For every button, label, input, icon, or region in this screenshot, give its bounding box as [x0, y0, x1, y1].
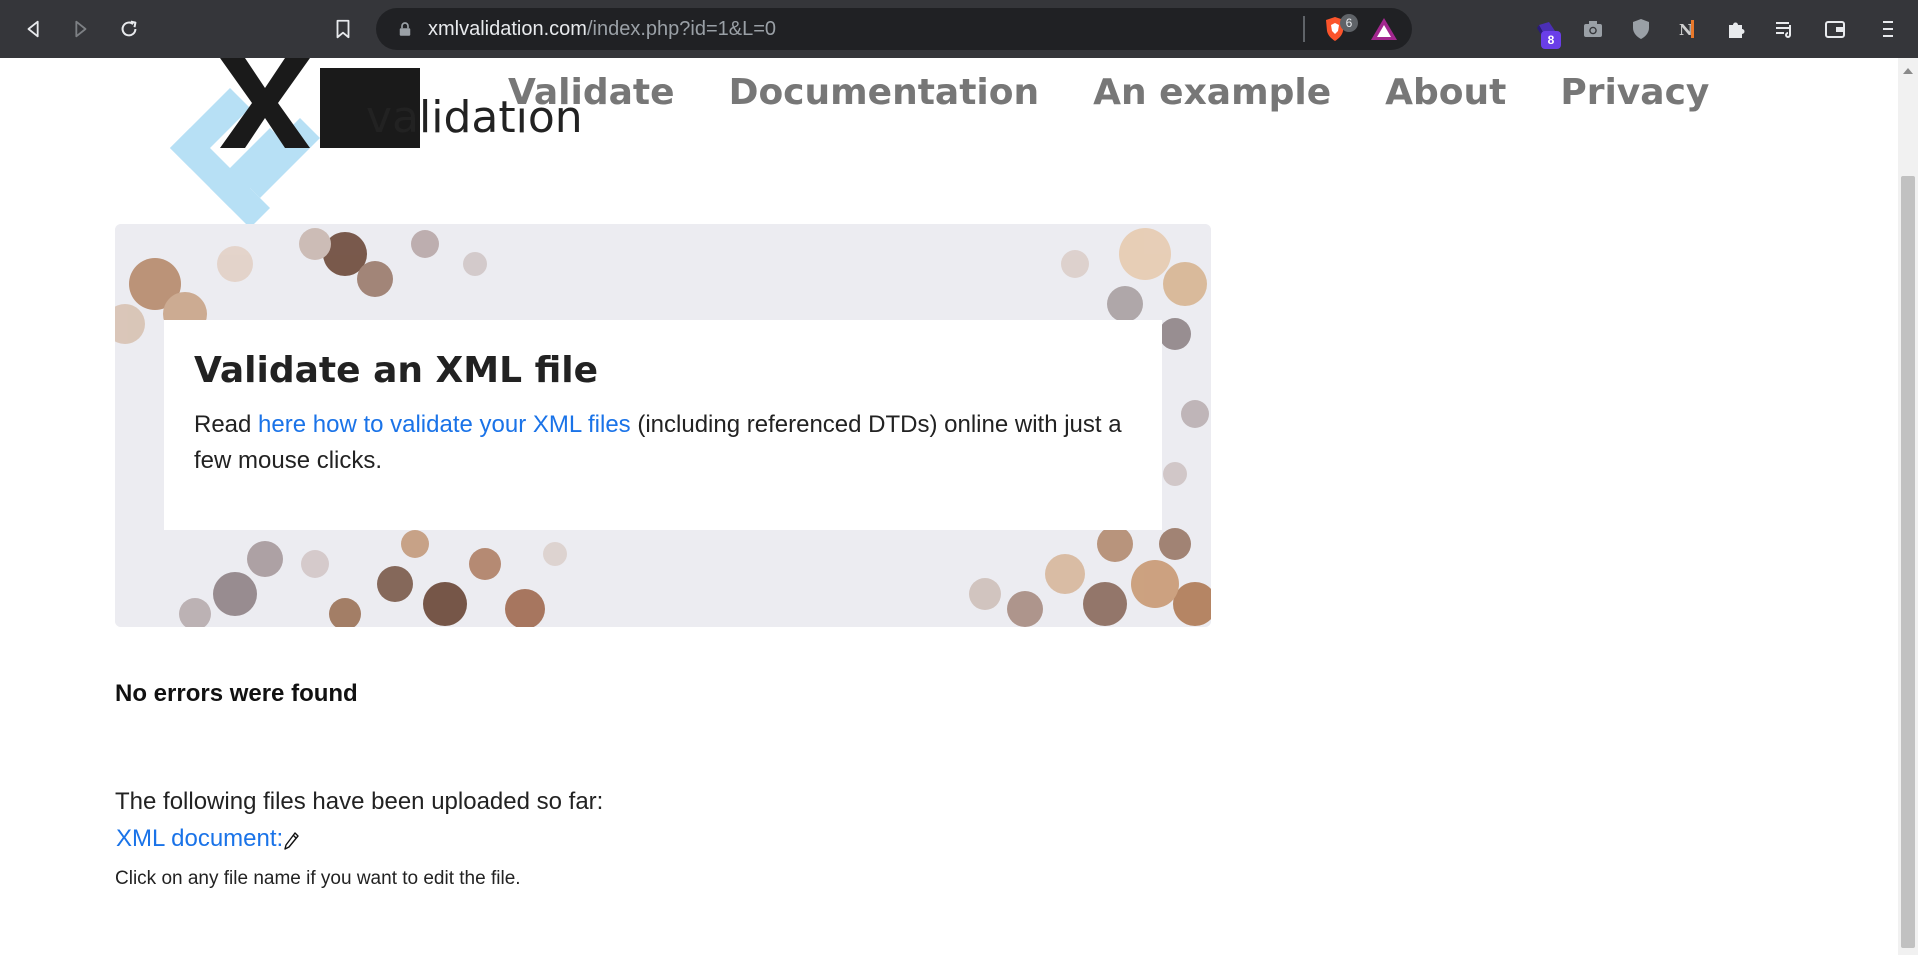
nav-validate[interactable]: Validate: [508, 58, 675, 128]
shield-extension-button[interactable]: [1624, 12, 1658, 46]
edit-hint: Click on any file name if you want to ed…: [115, 868, 521, 889]
wallet-icon: [1825, 21, 1845, 38]
nj-extension-icon: N: [1679, 20, 1694, 39]
url-host: xmlvalidation.com: [428, 18, 587, 40]
nav-documentation[interactable]: Documentation: [729, 58, 1040, 128]
url-text[interactable]: xmlvalidation.com/index.php?id=1&L=0: [428, 18, 776, 40]
camera-icon: [1584, 21, 1602, 37]
bookmark-icon: [336, 19, 350, 39]
xml-document-link[interactable]: XML document:: [116, 825, 283, 853]
site-logo[interactable]: validation: [140, 58, 583, 228]
nav-an-example[interactable]: An example: [1093, 58, 1331, 128]
pencil-icon[interactable]: [284, 831, 300, 851]
reload-icon: [121, 20, 137, 37]
uploaded-files-intro: The following files have been uploaded s…: [115, 788, 604, 815]
menu-icon: [1883, 21, 1893, 37]
hero-card: Validate an XML file Read here how to va…: [164, 320, 1162, 530]
address-bar-divider: [1303, 16, 1305, 42]
scrollbar-thumb[interactable]: [1901, 176, 1915, 948]
hero-banner: Validate an XML file Read here how to va…: [115, 224, 1211, 627]
wallet-button[interactable]: [1818, 12, 1852, 46]
how-to-validate-link[interactable]: here how to validate your XML files: [258, 411, 631, 438]
hero-text-before: Read: [194, 411, 259, 438]
address-bar[interactable]: xmlvalidation.com/index.php?id=1&L=0 6: [376, 8, 1412, 50]
extension-badge: 8: [1541, 31, 1561, 49]
svg-text:N: N: [1679, 21, 1693, 39]
hero-description: Read here how to validate your XML files…: [194, 407, 1134, 479]
browser-menu-button[interactable]: [1870, 12, 1904, 46]
vertical-scrollbar[interactable]: [1898, 58, 1918, 955]
url-path: /index.php?id=1&L=0: [586, 18, 777, 40]
xml-logo-icon: [170, 58, 420, 228]
reload-button[interactable]: [112, 12, 146, 46]
main-nav: Validate Documentation An example About …: [508, 58, 1709, 128]
page-title: Validate an XML file: [194, 350, 599, 391]
brave-rewards-icon[interactable]: [1370, 16, 1398, 42]
browser-toolbar: xmlvalidation.com/index.php?id=1&L=0 6 8…: [0, 0, 1918, 58]
nav-privacy[interactable]: Privacy: [1560, 58, 1709, 128]
puzzle-icon: [1729, 22, 1745, 38]
forward-icon: [75, 20, 87, 38]
lock-icon: [399, 22, 411, 36]
shield-icon: [1633, 19, 1649, 39]
shield-count-badge: 6: [1340, 14, 1358, 32]
page-content: validation Validate Documentation An exa…: [0, 58, 1898, 955]
playlist-icon: [1776, 22, 1791, 38]
playlist-button[interactable]: [1768, 12, 1802, 46]
validation-result: No errors were found: [115, 680, 358, 707]
nav-about[interactable]: About: [1385, 58, 1506, 128]
back-icon: [27, 20, 39, 38]
screenshot-button[interactable]: [1576, 12, 1610, 46]
extensions-menu-button[interactable]: [1720, 12, 1754, 46]
nj-extension-button[interactable]: N: [1672, 12, 1706, 46]
bookmark-button[interactable]: [326, 12, 360, 46]
scroll-up-arrow-icon[interactable]: [1902, 66, 1914, 76]
forward-button[interactable]: [63, 12, 97, 46]
back-button[interactable]: [17, 12, 51, 46]
